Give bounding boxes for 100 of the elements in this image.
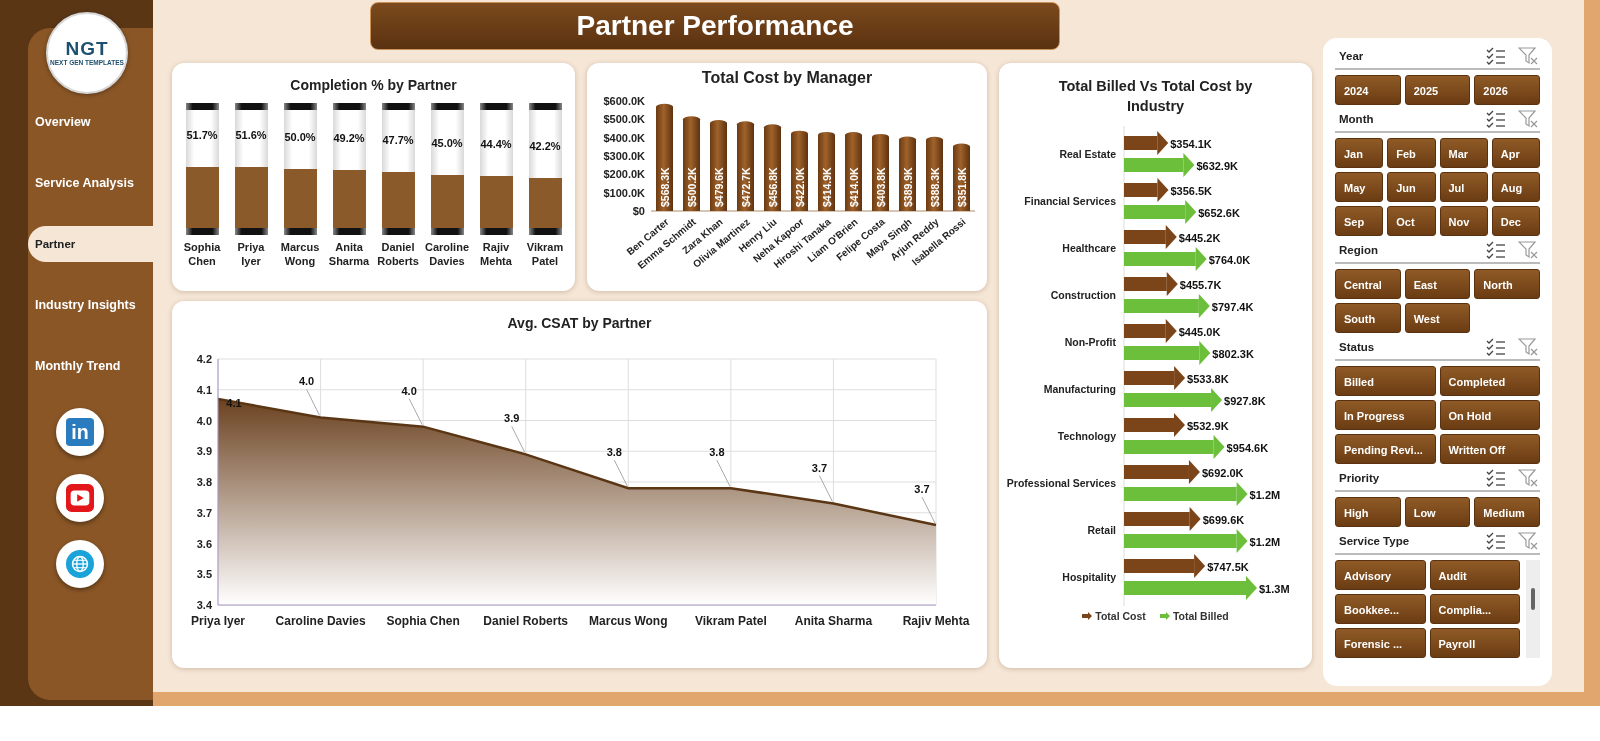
filter-button[interactable]: Pending Revi... bbox=[1335, 434, 1436, 464]
filter-button[interactable]: Jun bbox=[1387, 172, 1436, 202]
filter-button[interactable]: 2026 bbox=[1474, 75, 1540, 105]
axis-label: Manufacturing bbox=[1043, 383, 1116, 396]
multi-select-icon[interactable] bbox=[1486, 469, 1506, 487]
data-label: 3.7 bbox=[811, 461, 827, 474]
clear-filter-icon[interactable] bbox=[1518, 110, 1538, 128]
logo-text: NGT bbox=[65, 39, 109, 59]
slicer-title: Region bbox=[1339, 244, 1379, 256]
arrow-head bbox=[1210, 388, 1222, 413]
tube-cap bbox=[528, 103, 562, 110]
arrow-head bbox=[1166, 272, 1178, 297]
arrow-head bbox=[1198, 341, 1210, 366]
multi-select-icon[interactable] bbox=[1486, 47, 1506, 65]
filter-button[interactable]: Forensic ... bbox=[1335, 628, 1426, 658]
filter-button[interactable]: On Hold bbox=[1439, 400, 1540, 430]
filter-button[interactable]: Central bbox=[1335, 269, 1401, 299]
filter-button[interactable]: Written Off bbox=[1439, 434, 1540, 464]
multi-select-icon[interactable] bbox=[1486, 241, 1506, 259]
filter-button[interactable]: 2025 bbox=[1404, 75, 1471, 105]
filter-button[interactable]: May bbox=[1335, 172, 1384, 202]
social-button[interactable] bbox=[55, 474, 104, 522]
clear-filter-icon[interactable] bbox=[1518, 338, 1538, 356]
axis-label: Technology bbox=[1057, 430, 1116, 443]
axis-label: Rajiv Mehta bbox=[479, 240, 513, 269]
clear-filter-icon[interactable] bbox=[1518, 532, 1538, 550]
legend-label: Total Billed bbox=[1172, 610, 1229, 623]
arrow-head bbox=[1245, 576, 1257, 601]
filter-button[interactable]: 2024 bbox=[1335, 75, 1401, 105]
filter-button[interactable]: Complia... bbox=[1429, 594, 1520, 624]
axis-label: Rajiv Mehta bbox=[902, 614, 969, 628]
filter-button[interactable]: Apr bbox=[1491, 138, 1540, 168]
social-button[interactable] bbox=[55, 540, 104, 588]
data-label: $500.2K bbox=[685, 167, 698, 207]
tube-cap bbox=[185, 103, 219, 110]
tube-cap bbox=[381, 228, 415, 235]
filter-button[interactable]: Jan bbox=[1335, 138, 1384, 168]
data-label: 3.7 bbox=[913, 483, 930, 496]
social-button[interactable]: in bbox=[55, 408, 104, 456]
title-banner: Partner Performance bbox=[370, 2, 1060, 50]
arrow-head bbox=[1156, 178, 1168, 203]
multi-select-icon[interactable] bbox=[1486, 532, 1506, 550]
filter-button[interactable]: Aug bbox=[1491, 172, 1540, 202]
arrow-head bbox=[1193, 554, 1205, 579]
filter-button[interactable]: Dec bbox=[1491, 206, 1540, 236]
arrow-head bbox=[1165, 319, 1177, 344]
filter-button[interactable]: East bbox=[1404, 269, 1471, 299]
multi-select-icon[interactable] bbox=[1486, 110, 1506, 128]
multi-select-icon[interactable] bbox=[1486, 338, 1506, 356]
clear-filter-icon[interactable] bbox=[1518, 241, 1538, 259]
leader-line bbox=[408, 398, 423, 426]
filter-button[interactable]: Bookkee... bbox=[1335, 594, 1426, 624]
axis-label: Hospitality bbox=[1061, 571, 1116, 584]
nav-item[interactable]: Overview bbox=[28, 104, 153, 140]
nav-item[interactable]: Partner bbox=[28, 226, 153, 262]
leader-line bbox=[613, 459, 628, 487]
clear-filter-icon[interactable] bbox=[1518, 469, 1538, 487]
axis-label: $400.0K bbox=[603, 131, 645, 144]
filter-button[interactable]: North bbox=[1474, 269, 1540, 299]
filter-button[interactable]: In Progress bbox=[1335, 400, 1436, 430]
nav-item[interactable]: Monthly Trend bbox=[28, 348, 153, 384]
axis-label: Financial Services bbox=[1023, 195, 1116, 208]
data-label: 3.9 bbox=[503, 412, 519, 425]
slicer-title: Priority bbox=[1339, 472, 1381, 484]
filter-button[interactable]: Jul bbox=[1439, 172, 1488, 202]
tube-cap bbox=[234, 228, 268, 235]
axis-label: $200.0K bbox=[603, 168, 645, 181]
data-label: $747.5K bbox=[1206, 561, 1249, 574]
axis-label: Construction bbox=[1050, 289, 1116, 302]
filter-button[interactable]: Audit bbox=[1429, 560, 1520, 590]
data-label: $699.6K bbox=[1202, 514, 1244, 527]
filter-button[interactable]: Billed bbox=[1335, 366, 1436, 396]
nav-item[interactable]: Industry Insights bbox=[28, 287, 153, 323]
play-icon bbox=[65, 484, 94, 512]
data-label: $403.8K bbox=[874, 167, 887, 207]
filter-button[interactable]: West bbox=[1404, 303, 1471, 333]
filter-button[interactable]: Payroll bbox=[1429, 628, 1520, 658]
clear-filter-icon[interactable] bbox=[1518, 47, 1538, 65]
filter-button[interactable]: Feb bbox=[1387, 138, 1436, 168]
filter-button[interactable]: Advisory bbox=[1335, 560, 1426, 590]
scrollbar[interactable] bbox=[1526, 560, 1540, 658]
data-label: 49.2% bbox=[333, 131, 365, 144]
filter-button[interactable]: Oct bbox=[1387, 206, 1436, 236]
filter-button[interactable]: Sep bbox=[1335, 206, 1384, 236]
slicer-title: Month bbox=[1339, 113, 1375, 125]
tube-cap bbox=[332, 228, 366, 235]
tube-cap bbox=[283, 228, 317, 235]
filter-button[interactable]: Medium bbox=[1474, 497, 1540, 527]
filter-button[interactable]: High bbox=[1335, 497, 1401, 527]
filter-button[interactable]: Nov bbox=[1439, 206, 1488, 236]
nav-item[interactable]: Service Analysis bbox=[28, 165, 153, 201]
bar bbox=[953, 143, 970, 211]
filter-button[interactable]: Mar bbox=[1439, 138, 1488, 168]
filter-button[interactable]: Low bbox=[1404, 497, 1471, 527]
chart-title: Total Billed Vs Total Cost by Industry bbox=[1057, 77, 1254, 116]
tube-cap bbox=[381, 103, 415, 110]
legend-arrow-icon bbox=[1082, 612, 1093, 621]
data-label: $802.3K bbox=[1211, 348, 1254, 361]
filter-button[interactable]: Completed bbox=[1439, 366, 1540, 396]
filter-button[interactable]: South bbox=[1335, 303, 1401, 333]
